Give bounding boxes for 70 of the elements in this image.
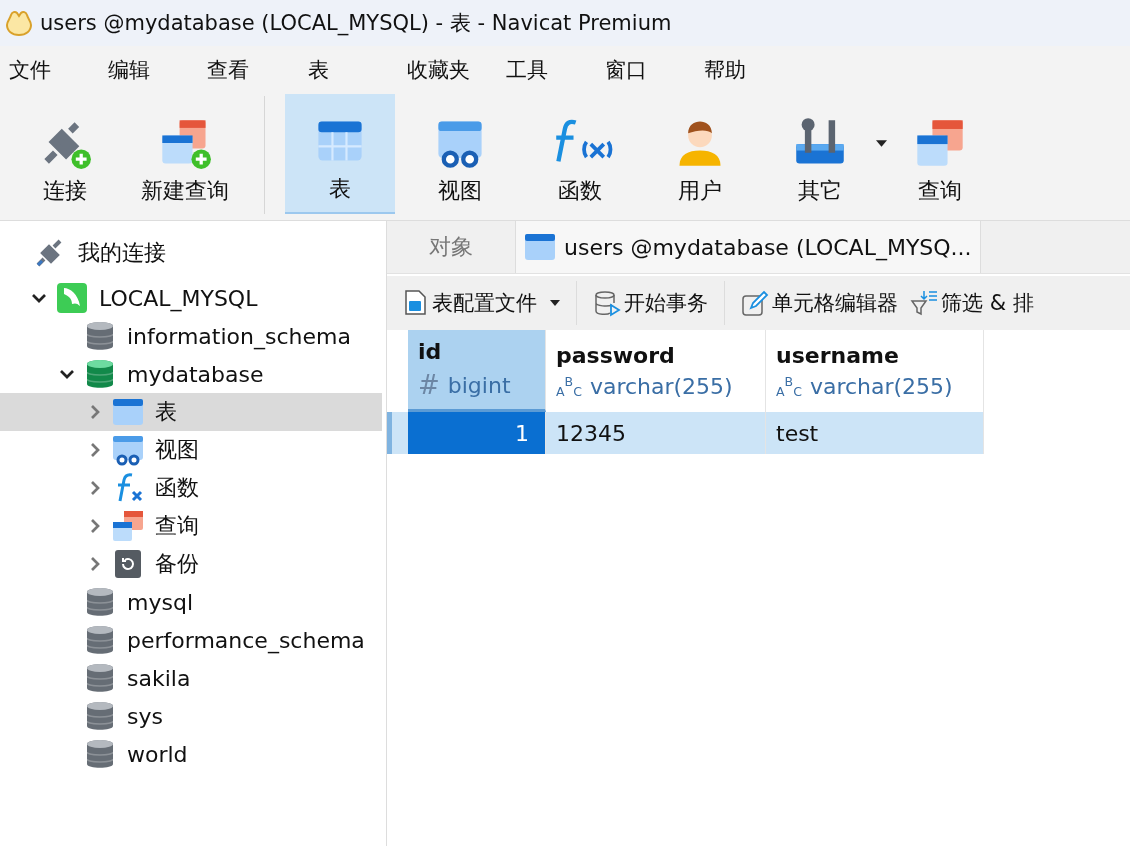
view-icon [112, 434, 144, 466]
pencil-icon [741, 289, 769, 317]
tree-label: performance_schema [127, 627, 365, 653]
toolbar-button[interactable]: 新建查询 [130, 94, 240, 214]
toolbar-button[interactable]: 用户 [645, 94, 755, 214]
column-name: password [556, 343, 676, 368]
tree-item[interactable]: world [0, 735, 382, 773]
toolbar-button[interactable]: 表 [285, 94, 395, 214]
menu-item[interactable]: 文件 [9, 56, 108, 84]
tree-item[interactable]: information_schema [0, 317, 382, 355]
menu-item[interactable]: 工具 [506, 56, 605, 84]
toolbar-button[interactable]: 连接 [10, 94, 120, 214]
column-name: username [776, 343, 900, 368]
toolbar-button[interactable]: 开始事务 [587, 289, 714, 317]
tree-label: LOCAL_MYSQL [99, 285, 258, 311]
tree-item[interactable]: 备份 [0, 545, 382, 583]
tree-item[interactable]: 查询 [0, 507, 382, 545]
tree-label: world [127, 741, 188, 767]
backup-icon [112, 548, 144, 580]
tree-item[interactable]: 函数 [0, 469, 382, 507]
table-cell: 12345 [546, 412, 766, 454]
toolbar-button[interactable]: 表配置文件 [395, 289, 566, 317]
toolbar-button[interactable]: 其它 [765, 94, 875, 214]
query-icon [112, 510, 144, 542]
tree-item[interactable]: performance_schema [0, 621, 382, 659]
number-type-icon: # [418, 370, 440, 400]
menu-item[interactable]: 表 [308, 56, 407, 84]
app-logo-icon [4, 8, 34, 38]
column-header[interactable]: id # bigint [408, 330, 546, 412]
tree-item[interactable]: 视图 [0, 431, 382, 469]
tree-item[interactable]: mydatabase [0, 355, 382, 393]
column-type: varchar(255) [589, 374, 733, 399]
filter-icon [910, 289, 938, 317]
tree-label: 表 [155, 398, 177, 426]
tree-item[interactable]: mysql [0, 583, 382, 621]
tree-label: information_schema [127, 323, 351, 349]
tree-label: 函数 [155, 474, 199, 502]
tree-item[interactable]: sys [0, 697, 382, 735]
table-icon [112, 396, 144, 428]
tab[interactable]: users @mydatabase (LOCAL_MYSQ... [516, 221, 981, 273]
tree-label: sys [127, 703, 163, 729]
column-type: bigint [447, 372, 511, 398]
tree-label: 备份 [155, 550, 199, 578]
toolbar-button[interactable]: 视图 [405, 94, 515, 214]
table-icon [524, 231, 556, 263]
tree-item[interactable]: 表 [0, 393, 382, 431]
column-name: id [418, 339, 443, 364]
toolbar-button[interactable]: 查询 [885, 94, 995, 214]
tree-label: sakila [127, 665, 191, 691]
toolbar-button[interactable]: 单元格编辑器 [735, 289, 904, 317]
table-cell: test [766, 412, 984, 454]
tree-label: 我的连接 [78, 239, 166, 267]
table-row[interactable]: 1 12345 test [387, 412, 984, 454]
tree-label: mydatabase [127, 361, 264, 387]
menu-item[interactable]: 编辑 [108, 56, 207, 84]
tree-item[interactable]: LOCAL_MYSQL [0, 279, 382, 317]
database-play-icon [593, 289, 621, 317]
tree-item[interactable]: sakila [0, 659, 382, 697]
tree-label: mysql [127, 589, 193, 615]
menu-item[interactable]: 窗口 [605, 56, 704, 84]
toolbar-button[interactable]: 函数 [525, 94, 635, 214]
menu-item[interactable]: 帮助 [704, 56, 803, 84]
toolbar-button[interactable]: 筛选 & 排 [904, 289, 1040, 317]
tree-label: 查询 [155, 512, 199, 540]
tree-label: 视图 [155, 436, 199, 464]
column-type: varchar(255) [809, 374, 953, 399]
menu-item[interactable]: 收藏夹 [407, 56, 506, 84]
table-cell: 1 [408, 412, 546, 454]
menu-item[interactable]: 查看 [207, 56, 308, 84]
window-title: users @mydatabase (LOCAL_MYSQL) - 表 - Navicat Premium [40, 10, 672, 37]
